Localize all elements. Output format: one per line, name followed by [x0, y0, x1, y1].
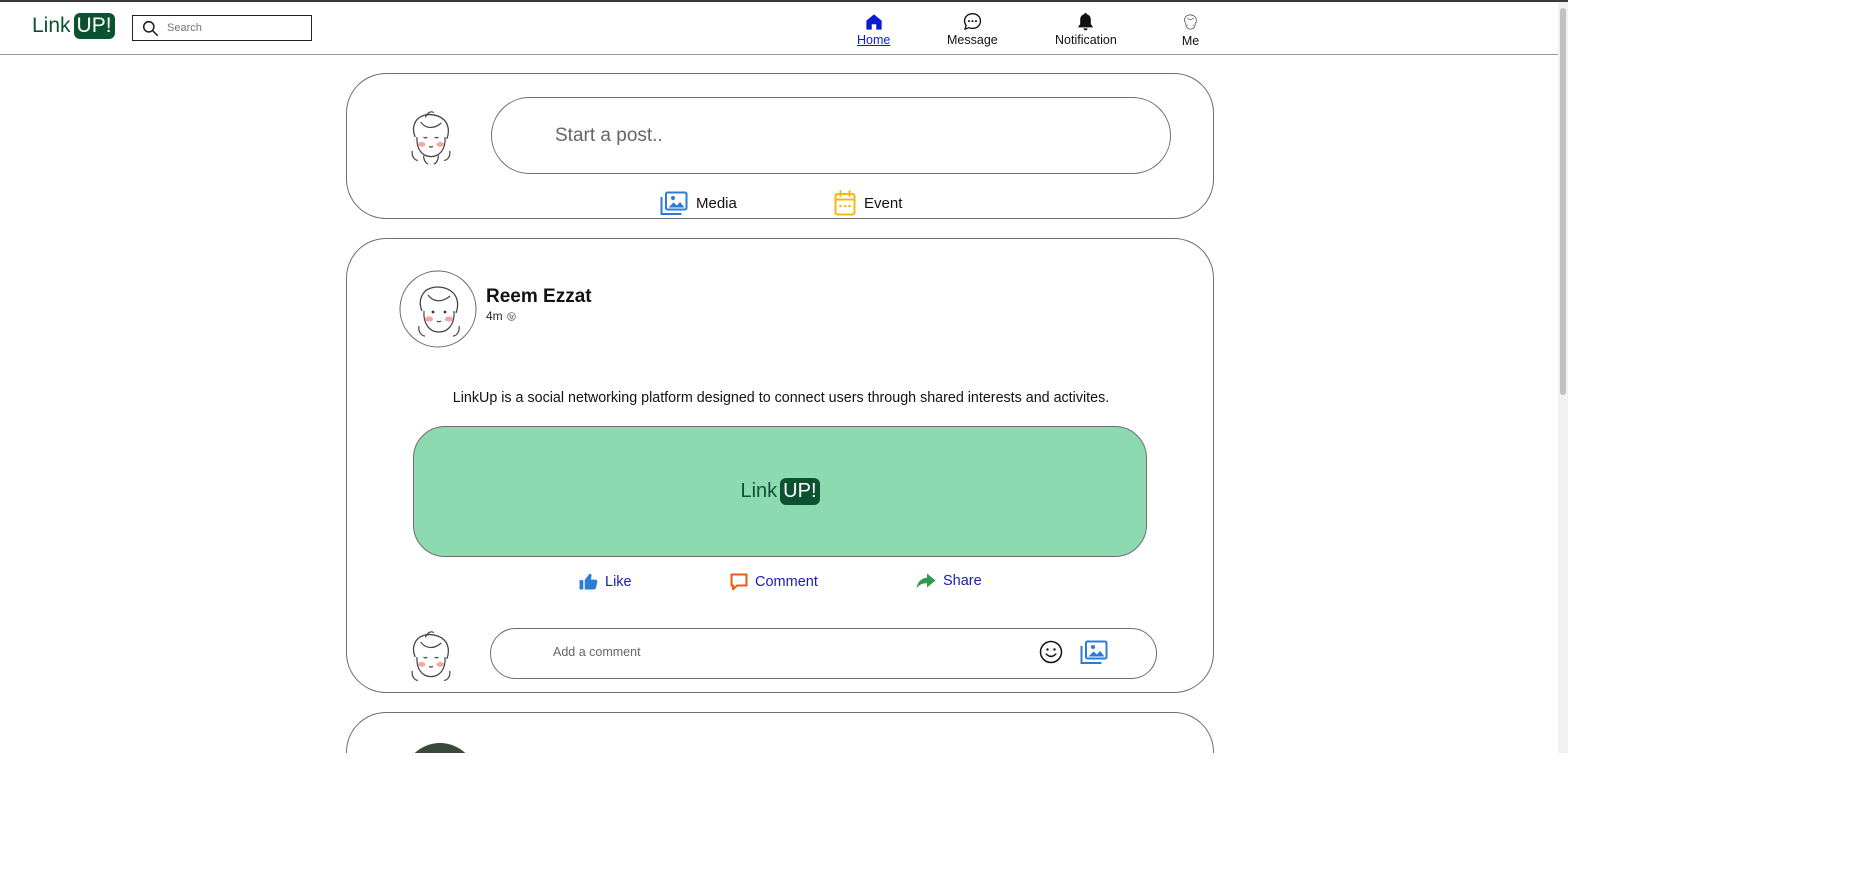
author-avatar[interactable]: [399, 270, 477, 348]
nav-me-label: Me: [1181, 34, 1200, 48]
post-image[interactable]: Link UP!: [413, 426, 1147, 557]
commenter-avatar[interactable]: [403, 629, 459, 685]
like-button[interactable]: Like: [579, 573, 632, 590]
avatar: [1184, 14, 1197, 30]
media-upload-icon[interactable]: [1080, 640, 1108, 665]
comment-label: Comment: [755, 574, 818, 590]
event-button[interactable]: Event: [834, 190, 902, 216]
logo-text: Link: [32, 14, 71, 37]
media-button[interactable]: Media: [660, 191, 737, 216]
share-button[interactable]: Share: [916, 573, 982, 589]
user-avatar[interactable]: [403, 109, 459, 165]
share-label: Share: [943, 573, 982, 589]
image-logo: Link UP!: [740, 478, 820, 505]
top-navbar: Link UP! Home: [0, 2, 1568, 55]
comment-icon: [730, 573, 748, 591]
linkup-logo[interactable]: Link UP!: [32, 13, 115, 39]
next-author-avatar[interactable]: [403, 743, 477, 753]
post-card: Reem Ezzat 4m LinkUp is a social network…: [346, 238, 1214, 693]
share-icon: [916, 573, 936, 589]
media-icon: [660, 191, 688, 215]
post-text: LinkUp is a social networking platform d…: [452, 390, 1110, 406]
nav-notification-label: Notification: [1055, 33, 1117, 47]
globe-icon: [506, 311, 516, 321]
start-post-input[interactable]: Start a post..: [491, 97, 1171, 174]
thumbs-up-icon: [579, 573, 598, 590]
next-post-card: [346, 712, 1214, 753]
message-icon: [963, 13, 982, 31]
comment-box: [490, 628, 1157, 679]
bell-icon: [1078, 12, 1094, 31]
image-logo-text: Link: [740, 480, 778, 502]
home-icon: [866, 14, 882, 30]
post-time: 4m: [486, 309, 503, 323]
nav-notification[interactable]: Notification: [1055, 11, 1117, 47]
calendar-icon: [834, 190, 856, 216]
search-icon: [142, 20, 159, 36]
logo-badge: UP!: [73, 13, 115, 39]
search-input[interactable]: [167, 22, 297, 34]
image-logo-badge: UP!: [780, 478, 820, 505]
emoji-icon[interactable]: [1039, 640, 1063, 664]
nav-message-label: Message: [947, 33, 998, 47]
comment-input[interactable]: [553, 645, 1003, 659]
like-label: Like: [605, 573, 632, 590]
nav-me[interactable]: Me: [1181, 13, 1200, 48]
author-name[interactable]: Reem Ezzat: [486, 286, 592, 308]
scrollbar-thumb[interactable]: [1560, 8, 1566, 395]
comment-button[interactable]: Comment: [730, 573, 818, 591]
nav-home-label: Home: [857, 33, 891, 47]
scrollbar-track[interactable]: [1558, 2, 1568, 753]
post-composer: Start a post.. Media Event: [346, 73, 1214, 219]
post-meta: 4m: [486, 309, 516, 323]
media-label: Media: [696, 195, 737, 212]
event-label: Event: [864, 194, 903, 212]
nav-message[interactable]: Message: [947, 11, 998, 47]
nav-home[interactable]: Home: [857, 11, 890, 47]
search-bar: [132, 15, 312, 41]
